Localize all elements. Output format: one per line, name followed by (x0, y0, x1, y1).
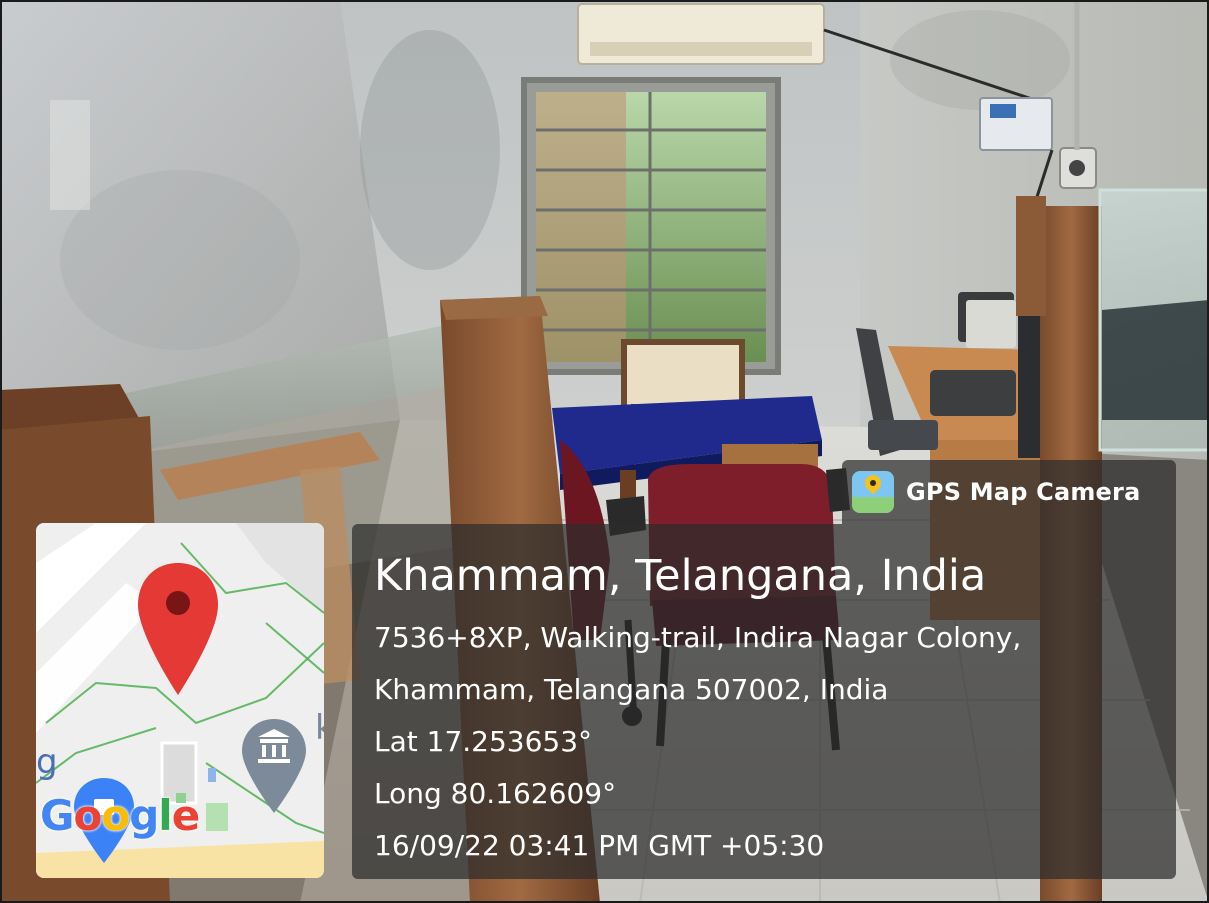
place-title: Khammam, Telangana, India (374, 551, 987, 601)
location-info-panel: Khammam, Telangana, India 7536+8XP, Walk… (352, 524, 1176, 879)
google-logo-letter: e (171, 791, 200, 840)
google-logo-letter: l (158, 791, 172, 840)
latitude-text: Lat 17.253653° (374, 725, 593, 758)
address-line-2: Khammam, Telangana 507002, India (374, 673, 889, 706)
address-line-1: 7536+8XP, Walking-trail, Indira Nagar Co… (374, 621, 1022, 654)
map-partial-label-right: k (315, 708, 324, 748)
google-logo-letter: o (73, 791, 102, 840)
google-logo-letter: g (129, 791, 159, 840)
map-thumbnail: g k Goo (36, 523, 324, 878)
app-name: GPS Map Camera (906, 478, 1141, 506)
google-logo: Google (40, 791, 200, 840)
gps-map-camera-app-icon (852, 471, 894, 513)
gps-map-camera-tag: GPS Map Camera (842, 460, 1176, 524)
photo-scene: GPS Map Camera g k (0, 0, 1209, 903)
google-logo-letter: G (40, 791, 74, 840)
longitude-text: Long 80.162609° (374, 777, 617, 810)
map-partial-label-left: g (36, 742, 58, 782)
timestamp-text: 16/09/22 03:41 PM GMT +05:30 (374, 829, 825, 862)
google-logo-letter: o (101, 791, 130, 840)
